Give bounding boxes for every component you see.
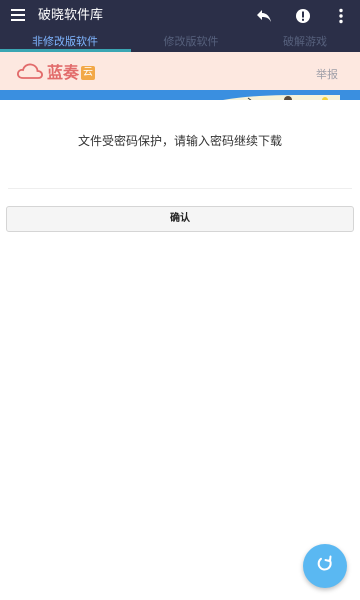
- logo-text: 蓝奏: [47, 63, 80, 82]
- tab-bar: 非修改版软件 修改版软件 破解游戏: [0, 32, 360, 52]
- reply-icon[interactable]: [254, 6, 274, 26]
- password-protected-message: 文件受密码保护，请输入密码继续下载: [77, 134, 282, 148]
- divider: [8, 188, 352, 189]
- app-bar: 破晓软件库: [0, 0, 360, 32]
- banner-decoration: [0, 90, 360, 100]
- logo-badge: 云: [81, 66, 96, 80]
- app-title: 破晓软件库: [38, 8, 104, 23]
- refresh-button[interactable]: [303, 544, 347, 588]
- tab-modified-software[interactable]: 修改版软件: [131, 32, 251, 52]
- tab-cracked-games[interactable]: 破解游戏: [245, 32, 360, 52]
- report-link[interactable]: 举报: [316, 66, 338, 82]
- refresh-icon: [315, 554, 335, 578]
- alert-circle-icon[interactable]: [293, 6, 313, 26]
- confirm-button[interactable]: 确认: [6, 206, 354, 232]
- menu-icon[interactable]: [11, 9, 25, 21]
- lanzou-logo: 蓝奏 云: [16, 62, 96, 84]
- more-vertical-icon[interactable]: [331, 6, 351, 26]
- cloud-icon: [16, 62, 44, 84]
